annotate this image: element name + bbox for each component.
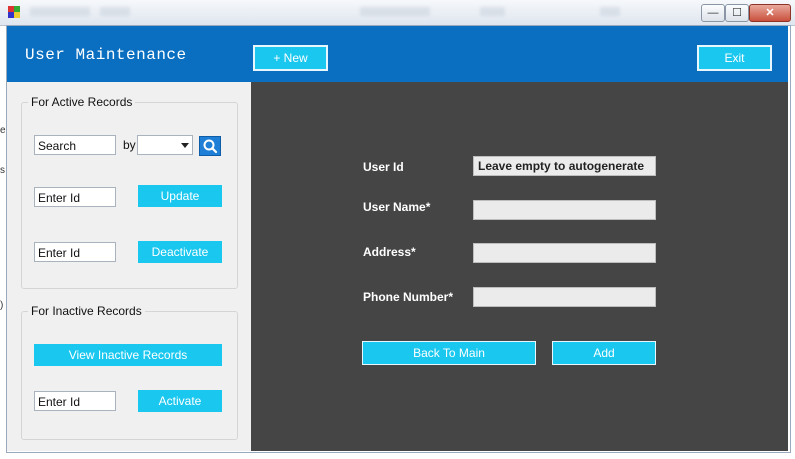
- user-form-panel: User Id Leave empty to autogenerate User…: [251, 82, 788, 451]
- user-name-label: User Name*: [363, 200, 431, 214]
- blurred-title-text: [600, 7, 620, 16]
- by-label: by: [123, 138, 136, 152]
- user-name-input[interactable]: [473, 200, 656, 220]
- blurred-title-text: [100, 7, 130, 16]
- address-input[interactable]: [473, 243, 656, 263]
- maximize-button[interactable]: ☐: [725, 4, 749, 22]
- left-panel: For Active Records Search by Enter Id Up…: [7, 82, 251, 451]
- blurred-title-text: [30, 7, 90, 16]
- active-records-label: For Active Records: [28, 95, 136, 109]
- minimize-button[interactable]: —: [701, 4, 725, 22]
- address-label: Address*: [363, 245, 416, 259]
- blurred-title-text: [480, 7, 505, 16]
- update-button[interactable]: Update: [138, 185, 222, 207]
- blurred-title-text: [360, 7, 430, 16]
- back-to-main-button[interactable]: Back To Main: [362, 341, 536, 365]
- background-edge-text: s: [0, 165, 5, 176]
- deactivate-id-input[interactable]: Enter Id: [34, 242, 116, 262]
- search-input[interactable]: Search: [34, 135, 116, 155]
- phone-number-label: Phone Number*: [363, 290, 454, 304]
- search-by-dropdown[interactable]: [137, 135, 193, 155]
- new-button[interactable]: + New: [253, 45, 328, 71]
- page-title: User Maintenance: [25, 46, 187, 64]
- deactivate-button[interactable]: Deactivate: [138, 241, 222, 263]
- background-edge-text: ): [0, 300, 4, 311]
- inactive-records-label: For Inactive Records: [28, 304, 145, 318]
- header-bar: User Maintenance + New Exit: [7, 26, 788, 82]
- app-icon: [8, 6, 20, 18]
- activate-id-input[interactable]: Enter Id: [34, 391, 116, 411]
- search-button[interactable]: [199, 136, 221, 156]
- phone-number-input[interactable]: [473, 287, 656, 307]
- add-button[interactable]: Add: [552, 341, 656, 365]
- user-id-label: User Id: [363, 160, 404, 174]
- exit-button[interactable]: Exit: [697, 45, 772, 71]
- close-button[interactable]: ✕: [749, 4, 791, 22]
- inactive-records-group: For Inactive Records View Inactive Recor…: [21, 304, 238, 440]
- update-id-input[interactable]: Enter Id: [34, 187, 116, 207]
- window-title-bar[interactable]: — ☐ ✕: [0, 0, 795, 26]
- activate-button[interactable]: Activate: [138, 390, 222, 412]
- user-id-input[interactable]: Leave empty to autogenerate: [473, 156, 656, 176]
- chevron-down-icon[interactable]: [181, 143, 189, 148]
- search-icon: [203, 139, 218, 154]
- background-edge-text: e: [0, 125, 6, 136]
- active-records-group: For Active Records Search by Enter Id Up…: [21, 95, 238, 289]
- view-inactive-records-button[interactable]: View Inactive Records: [34, 344, 222, 366]
